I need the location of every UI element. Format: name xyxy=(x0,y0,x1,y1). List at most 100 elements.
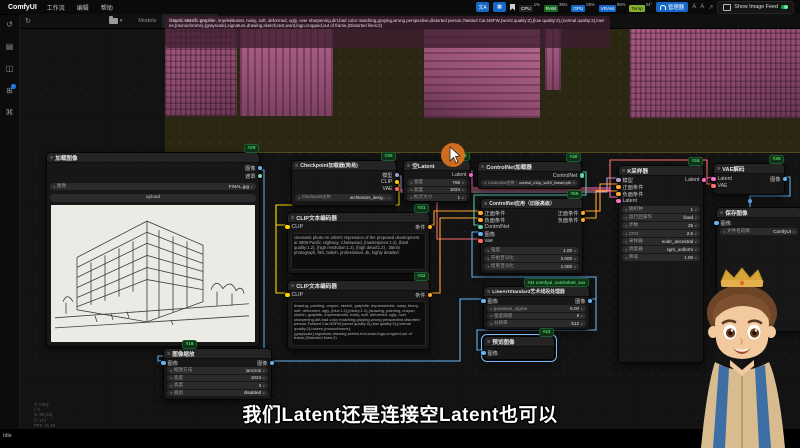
node-title-bar[interactable]: ≡ 预览图像 xyxy=(484,337,554,347)
widget-cfg[interactable]: CFG2.5 xyxy=(622,230,700,237)
widget-denoise[interactable]: 降噪1.00 xyxy=(622,254,700,261)
output-slot-image[interactable]: 图像 xyxy=(770,176,782,182)
hamburger-icon[interactable]: ≡ xyxy=(481,164,484,170)
hamburger-icon[interactable]: ≡ xyxy=(291,283,294,289)
sidebar-node-library-icon[interactable]: ⊞ xyxy=(6,86,13,96)
node-vae-decode[interactable]: #35 ≡ VAE解码 Latent VAE 图像 xyxy=(713,163,785,195)
hamburger-icon[interactable]: ≡ xyxy=(487,289,490,295)
node-clip-text-encode-positive[interactable]: #31 ≡ CLIP文本编码器 CLIP 条件 cinematic photo … xyxy=(287,212,430,274)
sidebar-queue-icon[interactable]: ▤ xyxy=(6,42,14,52)
hamburger-icon[interactable]: ≡ xyxy=(50,155,53,161)
node-title-bar[interactable]: ≡ Checkpoint加载器(简易) xyxy=(292,161,396,171)
node-clip-text-encode-negative[interactable]: #32 ≡ CLIP文本编码器 CLIP 条件 drawing, paintin… xyxy=(287,280,430,350)
history-icon[interactable]: ↻ xyxy=(25,17,31,25)
output-slot-conditioning[interactable]: 条件 xyxy=(415,292,427,298)
output-slot-positive[interactable]: 正面条件 xyxy=(558,210,580,216)
show-image-feed-toggle[interactable]: Show Image Feed xyxy=(717,1,794,14)
share-icon[interactable]: ↗ xyxy=(708,4,713,11)
node-title-bar[interactable]: ≡ 保存图像 xyxy=(717,208,800,218)
widget-gaussian-sigma[interactable]: guassian_sigma6.00 xyxy=(487,305,586,312)
node-preview-image[interactable]: #43 ≡ 预览图像 图像 xyxy=(483,336,555,360)
font-size-icon[interactable]: A xyxy=(692,4,696,10)
output-slot-image[interactable]: 图像 xyxy=(257,360,269,366)
sidebar-history-icon[interactable]: ↺ xyxy=(6,20,13,30)
widget-controlnet-name[interactable]: ControlNet名称 control_v11p_sd15_lineart.p… xyxy=(481,180,578,187)
output-slot-vae[interactable]: VAE xyxy=(383,186,395,192)
input-slot-image[interactable]: 图像 xyxy=(486,350,498,356)
input-slot-image[interactable]: 图像 xyxy=(719,220,731,226)
tab-models[interactable]: Models xyxy=(132,14,162,28)
node-title-bar[interactable]: ≡ VAE解码 xyxy=(714,164,784,174)
widget-width[interactable]: 宽度1024 xyxy=(167,375,268,382)
output-slot-negative[interactable]: 负面条件 xyxy=(558,217,580,223)
sidebar-models-icon[interactable]: ◫ xyxy=(6,64,14,74)
widget-image-file[interactable]: 图像 FINAL.jpg xyxy=(50,183,256,190)
input-slot-model[interactable]: 模型 xyxy=(621,177,633,183)
input-slot-negative[interactable]: 负面条件 xyxy=(621,191,643,197)
node-lineart-preprocessor[interactable]: #41 comfyui_controlnet_aux ≡ LineArtStan… xyxy=(483,286,590,330)
node-checkpoint-loader[interactable]: #30 ≡ Checkpoint加载器(简易) 模型 CLIP VAE Chec… xyxy=(291,160,397,206)
menu-workflow[interactable]: 工作流 xyxy=(47,3,65,12)
app-logo[interactable]: ComfyUI xyxy=(8,4,37,11)
widget-seed[interactable]: 随机种1 xyxy=(622,206,700,213)
widget-scheduler[interactable]: 调度器sgm_uniform xyxy=(622,246,700,253)
hamburger-icon[interactable]: ≡ xyxy=(622,168,625,174)
manager-button[interactable]: 管理器 xyxy=(656,2,688,12)
input-slot-controlnet[interactable]: ControlNet xyxy=(483,224,509,230)
input-slot-image[interactable]: 图像 xyxy=(486,298,498,304)
node-image-scale[interactable]: #18 ≡ 图像缩放 图像 图像 缩放方法lanczos 宽度1024 高度0 … xyxy=(163,348,272,400)
widget-height[interactable]: 高度0 xyxy=(167,382,268,389)
hamburger-icon[interactable]: ≡ xyxy=(295,163,298,169)
hamburger-icon[interactable]: ≡ xyxy=(487,339,490,345)
sidebar-templates-icon[interactable]: ⌘ xyxy=(6,108,14,118)
output-slot-clip[interactable]: CLIP xyxy=(381,179,394,185)
bookmark-icon[interactable] xyxy=(510,4,515,11)
widget-end-percent[interactable]: 结束百分比1.000 xyxy=(484,263,579,270)
widget-steps[interactable]: 步数25 xyxy=(622,222,700,229)
output-slot-image[interactable]: 图像 xyxy=(575,298,587,304)
input-slot-latent[interactable]: Latent xyxy=(621,198,637,204)
node-controlnet-apply[interactable]: #55 ≡ ControlNet应用（旧版高级） 正面条件 负面条件 Contr… xyxy=(480,198,583,274)
translate-icon[interactable]: 文A xyxy=(476,2,489,12)
hamburger-icon[interactable]: ≡ xyxy=(717,166,720,172)
output-slot-mask[interactable]: 遮罩 xyxy=(245,173,257,179)
widget-resolution[interactable]: 分辨率512 xyxy=(487,320,586,327)
node-title-bar[interactable]: ≡ 加载图像 xyxy=(47,153,259,163)
node-title-bar[interactable]: ≡ LineArtStandard艺术线段处理器 xyxy=(484,287,589,297)
input-slot-positive[interactable]: 正面条件 xyxy=(621,184,643,190)
queue-panel-icon[interactable]: ▦ xyxy=(493,2,506,12)
menu-edit[interactable]: 编辑 xyxy=(77,3,89,12)
widget-batch-size[interactable]: 批次大小1 xyxy=(407,194,467,201)
output-slot-controlnet[interactable]: ControlNet xyxy=(553,173,579,179)
widget-upscale-method[interactable]: 缩放方法lanczos xyxy=(167,367,268,374)
widget-strength[interactable]: 强度1.00 xyxy=(484,247,579,254)
widget-ckpt-name[interactable]: Checkpoint名称 archtexture_desig... xyxy=(295,194,393,201)
input-slot-image[interactable]: 图像 xyxy=(483,231,495,237)
font-style-icon[interactable]: A xyxy=(700,4,704,10)
output-slot-latent[interactable]: Latent xyxy=(452,172,468,178)
widget-sampler-name[interactable]: 采样器euler_ancestral xyxy=(622,238,700,245)
output-slot-model[interactable]: 模型 xyxy=(382,172,394,178)
output-slot-image[interactable]: 图像 xyxy=(245,165,257,171)
hamburger-icon[interactable]: ≡ xyxy=(720,210,723,216)
input-slot-clip[interactable]: CLIP xyxy=(290,224,303,230)
node-title-bar[interactable]: ≡ ControlNet加载器 xyxy=(478,162,581,172)
widget-start-percent[interactable]: 开始百分比0.000 xyxy=(484,255,579,262)
input-slot-negative[interactable]: 负面条件 xyxy=(483,217,505,223)
widget-filename-prefix[interactable]: 文件名前缀ComfyUI xyxy=(720,228,798,235)
node-title-bar[interactable]: ≡ ControlNet应用（旧版高级） xyxy=(481,199,582,209)
prompt-textarea[interactable]: cinematic photo An artist's impression o… xyxy=(291,233,426,270)
node-controlnet-loader[interactable]: #40 ≡ ControlNet加载器 ControlNet ControlNe… xyxy=(477,161,582,189)
open-workflow-folder-icon[interactable] xyxy=(109,18,118,24)
menu-help[interactable]: 帮助 xyxy=(101,3,113,12)
widget-control-after-generate[interactable]: 运行后操作fixed xyxy=(622,214,700,221)
upload-button[interactable]: upload xyxy=(50,194,256,202)
hamburger-icon[interactable]: ≡ xyxy=(407,163,410,169)
prompt-textarea[interactable]: drawing, painting, crayon, sketch, graph… xyxy=(291,301,426,346)
input-slot-latent[interactable]: Latent xyxy=(716,176,732,182)
hamburger-icon[interactable]: ≡ xyxy=(291,215,294,221)
widget-crop[interactable]: 裁剪disabled xyxy=(167,390,268,397)
input-slot-vae[interactable]: vae xyxy=(483,238,493,244)
widget-intensity-threshold[interactable]: 强度阈值8 xyxy=(487,313,586,320)
input-slot-positive[interactable]: 正面条件 xyxy=(483,210,505,216)
